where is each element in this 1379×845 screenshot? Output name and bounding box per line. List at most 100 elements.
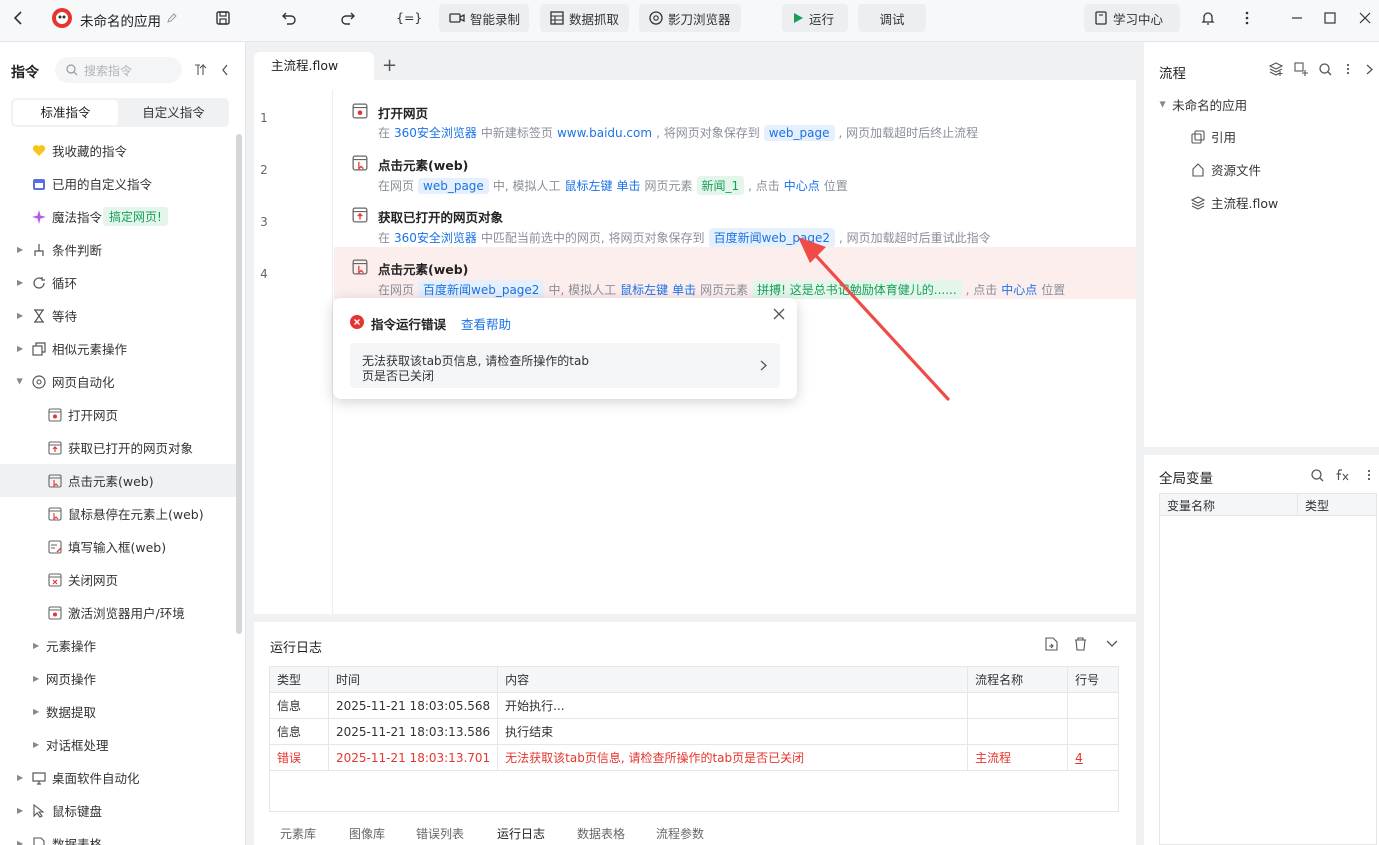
sidebar-item-dialog[interactable]: ▶ 对话框处理	[0, 728, 236, 761]
table-row[interactable]: 信息 2025-11-21 18:03:05.568 开始执行...	[269, 692, 1119, 719]
minimize-icon[interactable]	[1287, 8, 1307, 28]
sidebar-item-used-custom[interactable]: 已用的自定义指令	[0, 167, 236, 200]
flow-step[interactable]: 打开网页 在 360安全浏览器 中新建标签页 www.baidu.com , 将…	[334, 91, 1136, 143]
bottom-tab-params[interactable]: 流程参数	[656, 825, 704, 842]
bottom-tab-run-log[interactable]: 运行日志	[497, 825, 545, 842]
sidebar-item-mouse-keyboard[interactable]: ▶ 鼠标键盘	[0, 794, 236, 827]
command-search-input[interactable]: 搜索指令	[55, 57, 182, 83]
add-flow-icon[interactable]	[1268, 61, 1284, 77]
more-icon[interactable]	[1237, 8, 1257, 28]
tab-custom[interactable]: 自定义指令	[120, 100, 227, 125]
sidebar-item-similar[interactable]: ▶ 相似元素操作	[0, 332, 236, 365]
bell-icon[interactable]	[1198, 8, 1218, 28]
sidebar-item-data-extract[interactable]: ▶ 数据提取	[0, 695, 236, 728]
debug-button[interactable]: 调试	[858, 4, 926, 32]
column-header[interactable]: 内容	[497, 666, 969, 693]
mouse-param[interactable]: 鼠标左键	[620, 281, 668, 298]
sidebar-item-wait[interactable]: ▶ 等待	[0, 299, 236, 332]
smart-record-button[interactable]: 智能录制	[439, 4, 529, 32]
sidebar-item-fill-input[interactable]: 填写输入框(web)	[0, 530, 236, 563]
variable-chip[interactable]: web_page	[763, 124, 835, 141]
sidebar-item-favorites[interactable]: 我收藏的指令	[0, 134, 236, 167]
sidebar-item-web-automation[interactable]: ▶ 网页自动化	[0, 365, 236, 398]
element-chip[interactable]: 新闻_1	[696, 176, 745, 195]
sidebar-item-page-ops[interactable]: ▶ 网页操作	[0, 662, 236, 695]
sidebar-item-desktop[interactable]: ▶ 桌面软件自动化	[0, 761, 236, 794]
column-header[interactable]: 类型	[1305, 497, 1329, 514]
run-button[interactable]: 运行	[782, 4, 848, 32]
caret-right-icon[interactable]: ▶	[33, 740, 39, 749]
caret-right-icon[interactable]: ▶	[33, 641, 39, 650]
column-header[interactable]: 行号	[1067, 666, 1119, 693]
url-param[interactable]: www.baidu.com	[557, 126, 652, 140]
flow-step[interactable]: 点击元素(web) 在网页 web_page 中, 模拟人工 鼠标左键 单击 网…	[334, 143, 1136, 195]
data-capture-button[interactable]: 数据抓取	[540, 4, 629, 32]
caret-right-icon[interactable]: ▶	[17, 344, 23, 353]
browser-button[interactable]: 影刀浏览器	[639, 4, 741, 32]
tree-item-resources[interactable]: 资源文件	[1191, 160, 1261, 179]
add-module-icon[interactable]	[1293, 61, 1309, 77]
sidebar-item-hover[interactable]: 鼠标悬停在元素上(web)	[0, 497, 236, 530]
variable-button[interactable]: {=}	[396, 10, 422, 25]
bottom-tab-elements[interactable]: 元素库	[280, 825, 316, 842]
export-icon[interactable]	[1043, 636, 1059, 652]
back-icon[interactable]	[8, 8, 28, 28]
position-param[interactable]: 中心点	[784, 177, 820, 194]
function-icon[interactable]	[1334, 467, 1352, 483]
search-icon[interactable]	[1309, 467, 1325, 483]
caret-right-icon[interactable]: ▶	[33, 707, 39, 716]
position-param[interactable]: 中心点	[1001, 281, 1037, 298]
undo-icon[interactable]	[279, 8, 299, 28]
variable-chip[interactable]: 百度新闻web_page2	[418, 280, 545, 299]
scrollbar[interactable]	[236, 134, 242, 634]
table-row[interactable]: 信息 2025-11-21 18:03:13.586 执行结束	[269, 718, 1119, 745]
sidebar-item-close-page[interactable]: 关闭网页	[0, 563, 236, 596]
browser-param[interactable]: 360安全浏览器	[394, 229, 477, 246]
mouse-param[interactable]: 鼠标左键	[564, 177, 612, 194]
column-header[interactable]: 类型	[269, 666, 329, 693]
variable-chip[interactable]: web_page	[418, 177, 489, 194]
tree-item-reference[interactable]: 引用	[1191, 127, 1236, 146]
search-icon[interactable]	[1317, 61, 1333, 77]
tab-standard[interactable]: 标准指令	[13, 100, 118, 125]
sidebar-item-open-page[interactable]: 打开网页	[0, 398, 236, 431]
sidebar-item-activate-browser[interactable]: 激活浏览器用户/环境	[0, 596, 236, 629]
sidebar-item-loop[interactable]: ▶ 循环	[0, 266, 236, 299]
trash-icon[interactable]	[1072, 636, 1088, 652]
sidebar-item-condition[interactable]: ▶ 条件判断	[0, 233, 236, 266]
browser-param[interactable]: 360安全浏览器	[394, 124, 477, 141]
click-param[interactable]: 单击	[616, 177, 640, 194]
sidebar-item-element-ops[interactable]: ▶ 元素操作	[0, 629, 236, 662]
maximize-icon[interactable]	[1320, 8, 1340, 28]
close-window-icon[interactable]	[1355, 8, 1375, 28]
flow-step-error[interactable]: 点击元素(web) 在网页 百度新闻web_page2 中, 模拟人工 鼠标左键…	[334, 247, 1136, 299]
bottom-tab-images[interactable]: 图像库	[349, 825, 385, 842]
error-message-box[interactable]: 无法获取该tab页信息, 请检查所操作的tab 页是否已关闭	[350, 343, 780, 388]
learning-center-button[interactable]: 学习中心	[1084, 4, 1180, 32]
caret-right-icon[interactable]: ▶	[17, 773, 23, 782]
caret-right-icon[interactable]: ▶	[17, 311, 23, 320]
redo-icon[interactable]	[338, 8, 358, 28]
log-flow-link[interactable]: 主流程	[967, 744, 1069, 771]
log-line-link[interactable]: 4	[1067, 744, 1119, 771]
chevron-right-icon[interactable]	[1363, 61, 1375, 77]
caret-down-icon[interactable]: ▶	[16, 378, 25, 384]
add-tab-button[interactable]: +	[382, 55, 397, 76]
column-header[interactable]: 时间	[327, 666, 499, 693]
sidebar-item-get-page[interactable]: 获取已打开的网页对象	[0, 431, 236, 464]
column-header[interactable]: 变量名称	[1167, 497, 1215, 514]
click-param[interactable]: 单击	[672, 281, 696, 298]
sidebar-item-magic[interactable]: 魔法指令 搞定网页!	[0, 200, 236, 233]
caret-down-icon[interactable]: ▶	[1159, 101, 1168, 107]
tree-app-node[interactable]: ▶ 未命名的应用	[1159, 95, 1248, 114]
more-icon[interactable]	[1343, 61, 1353, 77]
more-icon[interactable]	[1364, 467, 1374, 483]
column-header[interactable]: 流程名称	[967, 666, 1069, 693]
help-link[interactable]: 查看帮助	[461, 314, 511, 333]
caret-right-icon[interactable]: ▶	[17, 278, 23, 287]
sort-icon[interactable]	[193, 62, 209, 78]
edit-icon[interactable]	[165, 11, 179, 25]
bottom-tab-data-table[interactable]: 数据表格	[577, 825, 625, 842]
app-name[interactable]: 未命名的应用	[80, 10, 161, 30]
sidebar-item-click-element[interactable]: 点击元素(web)	[0, 464, 236, 497]
